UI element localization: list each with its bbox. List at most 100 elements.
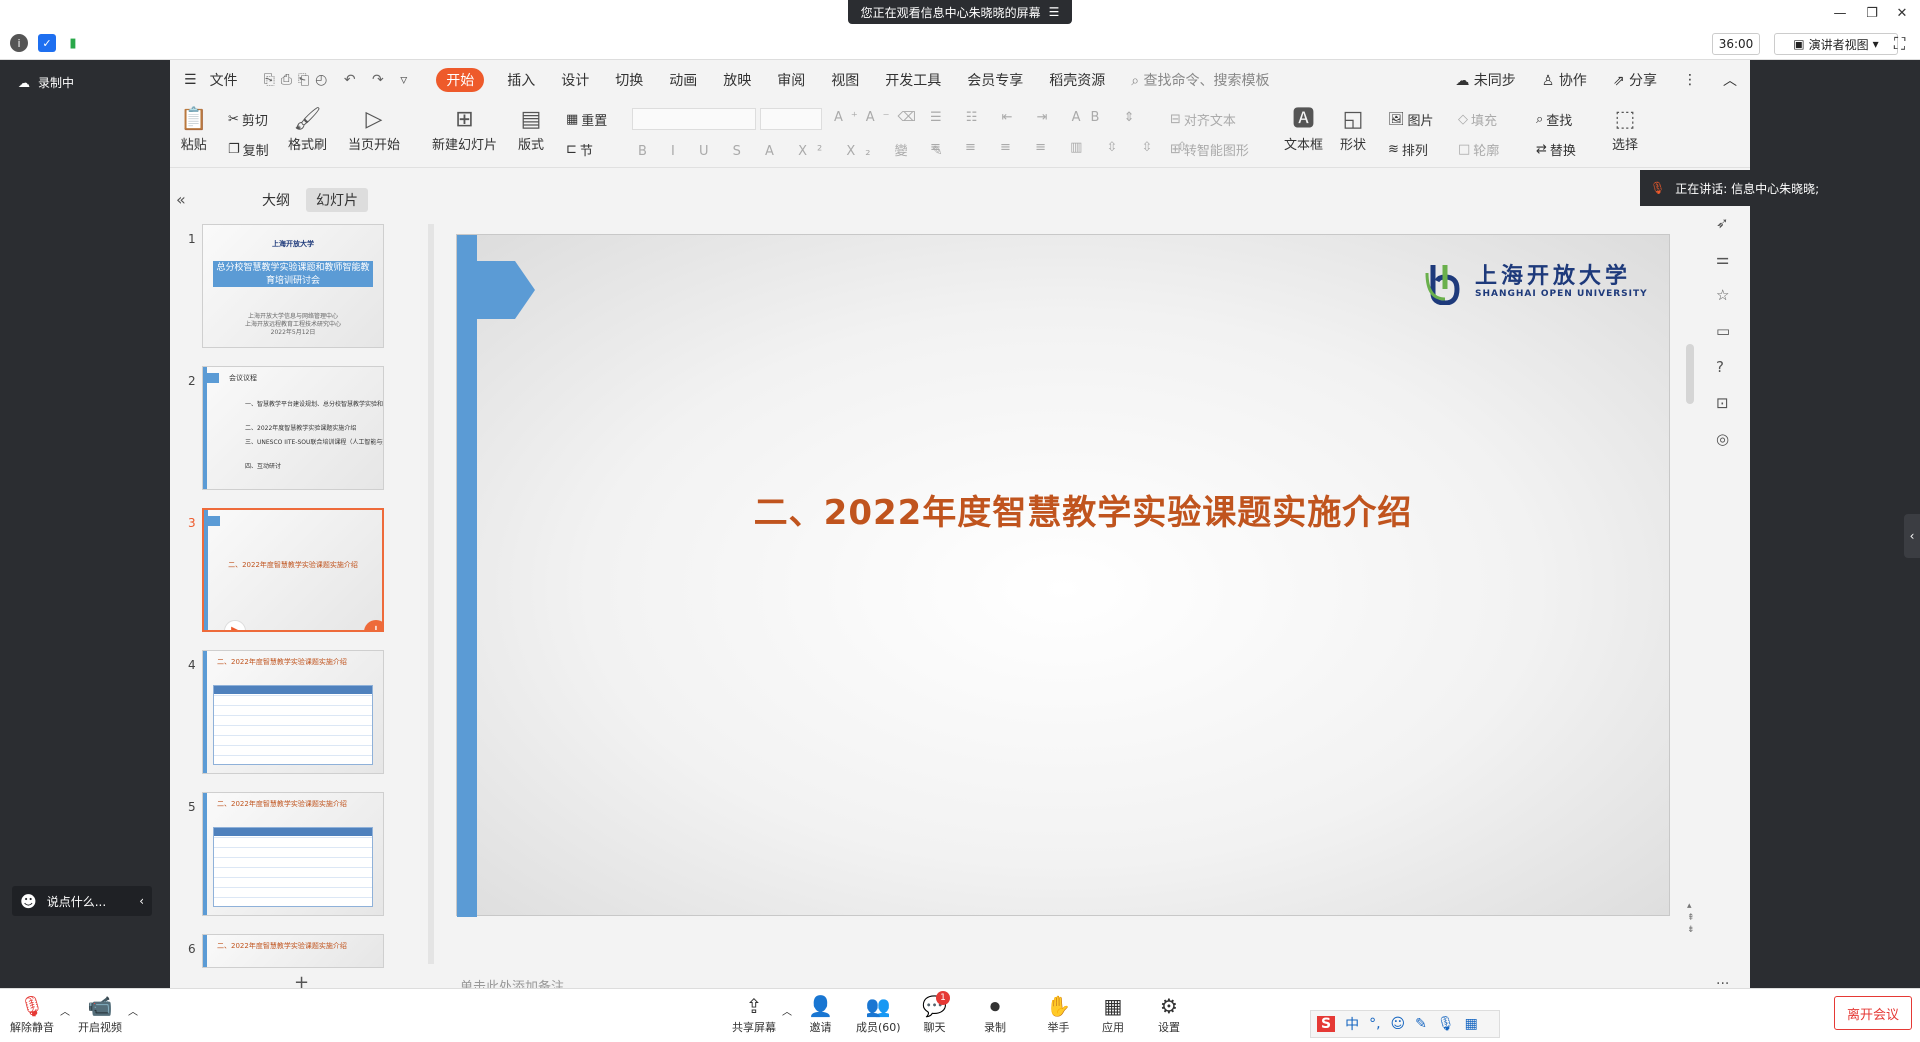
menu-review[interactable]: 审阅 xyxy=(764,70,818,90)
recording-indicator[interactable]: ☁ 录制中 xyxy=(18,74,74,91)
presenter-view-dropdown[interactable]: ▣ 演讲者视图 ▾ xyxy=(1774,33,1898,55)
textbox-button[interactable]: 🅰 文本框 xyxy=(1284,106,1323,153)
screen-share-banner[interactable]: 您正在观看信息中心朱晓晓的屏幕 ☰ xyxy=(848,0,1072,24)
menu-transition[interactable]: 切换 xyxy=(602,70,656,90)
help-icon[interactable]: ? xyxy=(1716,358,1730,376)
menu-developer[interactable]: 开发工具 xyxy=(872,70,954,90)
menu-animation[interactable]: 动画 xyxy=(656,70,710,90)
quick-tools[interactable]: ⎘⎙⎗◴ ↶ ↷ ▿ xyxy=(251,72,427,88)
reset-button[interactable]: ▦ 重置 xyxy=(566,110,607,129)
list-tools[interactable]: ☰ ☷ ⇤ ⇥ AB ⇕ xyxy=(930,110,1144,125)
restore-button[interactable]: ❐ xyxy=(1862,4,1882,24)
grid-icon[interactable]: ▦ xyxy=(1465,1016,1478,1032)
font-size-select[interactable] xyxy=(760,108,822,130)
minimize-button[interactable]: — xyxy=(1830,4,1850,24)
video-button[interactable]: 📹 开启视频 xyxy=(78,993,122,1035)
slide-thumbnail[interactable]: 会议议程 一、智慧教学平台建设规划、总分校智慧教学实验和教师智能教育等活动介绍 … xyxy=(202,366,384,490)
menu-view[interactable]: 视图 xyxy=(818,70,872,90)
add-slide-icon[interactable]: + xyxy=(364,620,382,630)
slide-canvas[interactable]: 上海开放大学 SHANGHAI OPEN UNIVERSITY 二、2022年度… xyxy=(456,234,1670,917)
close-button[interactable]: ✕ xyxy=(1892,4,1912,24)
shield-icon[interactable]: ✓ xyxy=(38,34,56,52)
menu-file[interactable]: 文件 xyxy=(210,70,251,90)
notes-area[interactable]: 单击此处添加备注 xyxy=(446,978,1676,988)
chevron-up-icon[interactable]: ︿ xyxy=(60,1003,70,1018)
emoji-icon[interactable]: ☺ xyxy=(1391,1016,1406,1032)
sync-status[interactable]: ☁ 未同步 xyxy=(1442,70,1528,90)
page-nav-icons[interactable]: ▴ ⇞ ⇟ xyxy=(1687,900,1695,936)
section-button[interactable]: ⊏ 节 xyxy=(566,140,593,159)
menu-member[interactable]: 会员专享 xyxy=(954,70,1036,90)
settings-button[interactable]: ⚙ 设置 xyxy=(1158,993,1180,1035)
raise-hand-button[interactable]: ✋ 举手 xyxy=(1046,993,1071,1035)
fill-button[interactable]: ◇ 填充 xyxy=(1458,110,1497,129)
copy-button[interactable]: ❐ 复制 xyxy=(228,140,269,159)
apps-button[interactable]: ▦ 应用 xyxy=(1102,993,1124,1035)
share-screen-button[interactable]: ⇪ 共享屏幕 xyxy=(732,993,776,1035)
cut-button[interactable]: ✂ 剪切 xyxy=(228,110,268,129)
menu-home[interactable]: 开始 xyxy=(436,68,485,92)
collab-button[interactable]: ♙ 协作 xyxy=(1529,70,1600,90)
tab-outline[interactable]: 大纲 xyxy=(252,188,300,212)
find-button[interactable]: ⌕ 查找 xyxy=(1536,110,1572,129)
layout-button[interactable]: ▤ 版式 xyxy=(518,106,544,153)
unmute-button[interactable]: 🎙 解除静音 xyxy=(10,993,54,1035)
menu-design[interactable]: 设计 xyxy=(548,70,602,90)
leave-meeting-button[interactable]: 离开会议 xyxy=(1834,996,1912,1030)
ime-mode[interactable]: 中 xyxy=(1345,1014,1359,1034)
menu-hamburger-icon[interactable]: ☰ xyxy=(170,72,210,88)
share-button[interactable]: ⇗ 分享 xyxy=(1600,70,1670,90)
font-size-tools[interactable]: A⁺A⁻⌫ xyxy=(834,110,924,125)
outline-button[interactable]: □ 轮廓 xyxy=(1458,140,1499,159)
compass-icon[interactable]: ◎ xyxy=(1716,430,1730,448)
slide-scrollbar[interactable] xyxy=(1686,344,1694,404)
font-style-tools[interactable]: B I U S A X² X₂ 變 ✎ xyxy=(638,140,953,159)
info-icon[interactable]: i xyxy=(10,34,28,52)
menu-slideshow[interactable]: 放映 xyxy=(710,70,764,90)
new-slide-button[interactable]: ⊞ 新建幻灯片 xyxy=(432,106,497,153)
paste-button[interactable]: 📋 粘贴 xyxy=(180,106,207,153)
smart-shape-button[interactable]: ⊞ 转智能图形 xyxy=(1170,140,1249,159)
menu-insert[interactable]: 插入 xyxy=(494,70,548,90)
menu-docer[interactable]: 稻壳资源 xyxy=(1036,70,1118,90)
pen-icon[interactable]: ✎ xyxy=(1415,1016,1427,1032)
replace-button[interactable]: ⇄ 替换 xyxy=(1536,140,1576,159)
shape-button[interactable]: ◱ 形状 xyxy=(1340,106,1366,153)
format-painter-button[interactable]: 🖌 格式刷 xyxy=(288,106,327,153)
more-icon[interactable]: ⋮ xyxy=(1670,72,1710,88)
collapse-pane-icon[interactable]: « xyxy=(176,190,186,209)
sliders-icon[interactable]: ⚌ xyxy=(1716,250,1730,268)
menu-lines-icon[interactable]: ☰ xyxy=(1049,5,1060,19)
voice-icon[interactable]: 🎙 xyxy=(1437,1016,1455,1032)
slide-thumbnail-selected[interactable]: 二、2022年度智慧教学实验课题实施介绍 ▶ + xyxy=(202,508,384,632)
slide-thumbnail[interactable]: 二、2022年度智慧教学实验课题实施介绍 xyxy=(202,934,384,968)
pin-icon[interactable]: ☆ xyxy=(1716,286,1730,304)
comment-icon[interactable]: ▭ xyxy=(1716,322,1730,340)
signal-icon[interactable]: ▮ xyxy=(64,34,82,52)
font-family-select[interactable] xyxy=(632,108,756,130)
collapse-ribbon-icon[interactable]: ︿ xyxy=(1710,70,1750,90)
command-search[interactable]: ⌕ 查找命令、搜索模板 xyxy=(1118,70,1282,90)
chevron-up-icon[interactable]: ︿ xyxy=(782,1003,792,1018)
chevron-left-icon[interactable]: ‹ xyxy=(139,894,144,908)
ime-toolbar[interactable]: S 中 °, ☺ ✎ 🎙 ▦ xyxy=(1310,1010,1500,1038)
invite-button[interactable]: 👤 邀请 xyxy=(808,993,833,1035)
pane-scrollbar[interactable] xyxy=(428,224,434,964)
fullscreen-icon[interactable]: ⛶ xyxy=(1894,34,1905,54)
align-text-button[interactable]: ⊟ 对齐文本 xyxy=(1170,110,1236,129)
record-button[interactable]: ⏺ 录制 xyxy=(984,993,1006,1035)
tab-slides[interactable]: 幻灯片 xyxy=(306,188,368,212)
select-button[interactable]: ⬚ 选择 xyxy=(1612,106,1638,153)
side-panel-toggle-icon[interactable]: ‹ xyxy=(1904,514,1920,558)
play-icon[interactable]: ▶ xyxy=(224,620,246,630)
chat-quick-input[interactable]: ☻ 说点什么... ‹ xyxy=(12,886,152,916)
rocket-icon[interactable]: ➶ xyxy=(1716,214,1730,232)
image-tool-icon[interactable]: ⊡ xyxy=(1716,394,1730,412)
slide-thumbnail[interactable]: 上海开放大学 总分校智慧教学实验课题和教师智能教育培训研讨会 上海开放大学信息与… xyxy=(202,224,384,348)
picture-button[interactable]: 🖼 图片 xyxy=(1388,110,1434,129)
punct-icon[interactable]: °, xyxy=(1369,1016,1380,1032)
slide-thumbnail[interactable]: 二、2022年度智慧教学实验课题实施介绍 xyxy=(202,650,384,774)
slide-title[interactable]: 二、2022年度智慧教学实验课题实施介绍 xyxy=(457,485,1669,534)
align-tools[interactable]: ≡ ≡ ≡ ≡ ▥ ⇳ ⇳ ⇳ xyxy=(930,140,1197,155)
members-button[interactable]: 👥 成员(60) xyxy=(856,993,901,1035)
